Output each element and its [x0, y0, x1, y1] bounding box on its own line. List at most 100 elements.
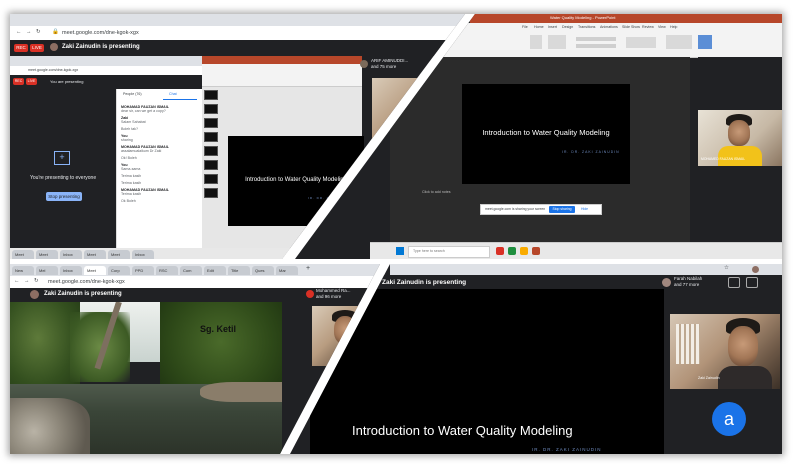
chat-messages: MOHAMAD FAUZAN ISMAIL dear sir, can we ge… [121, 105, 201, 206]
ribbon-paragraph[interactable] [626, 37, 656, 48]
window-tab-row: Meet Meet Inbox Meet Meet Inbox [10, 248, 310, 259]
browser-tab[interactable]: Inbox [60, 266, 82, 275]
browser-tab[interactable]: Mel [36, 266, 58, 275]
presenting-banner: Zaki Zainudin is presenting [62, 44, 140, 50]
star-icon[interactable]: ☆ [724, 265, 729, 271]
windows-start-icon[interactable] [396, 247, 404, 255]
back-icon[interactable]: ← [14, 278, 20, 284]
present-message: You're presenting to everyone [30, 175, 97, 181]
reload-icon[interactable]: ↻ [36, 29, 41, 35]
ribbon-tab-view[interactable]: View [658, 25, 666, 29]
taskbar-app-icon[interactable] [520, 247, 528, 255]
ribbon-font-style[interactable] [576, 44, 616, 48]
browser-tab-active[interactable]: Meet [84, 266, 106, 275]
participants-more: and 77 more [674, 282, 700, 287]
slide-thumbnail[interactable] [204, 90, 218, 100]
browser-tabstrip: ☆ [390, 264, 782, 275]
window-blinds [676, 324, 700, 364]
stop-sharing-button[interactable]: Stop sharing [549, 206, 575, 213]
tab-people[interactable]: People (76) [123, 92, 142, 96]
ribbon-tab-insert[interactable]: Insert [548, 25, 557, 29]
browser-tab[interactable]: Corp [108, 266, 130, 275]
ribbon-designer-icon[interactable] [698, 35, 712, 49]
forward-icon[interactable]: → [24, 278, 30, 284]
new-tab-icon[interactable]: + [306, 265, 310, 272]
back-icon[interactable]: ← [16, 29, 22, 35]
ribbon-tab-animations[interactable]: Animations [600, 25, 618, 29]
browser-tab[interactable]: PPD [132, 266, 154, 275]
river-photo: Sg. Ketil [10, 302, 282, 454]
person-shirt [718, 366, 772, 389]
browser-tab[interactable]: Com [180, 266, 202, 275]
taskbar-app-icon[interactable] [508, 247, 516, 255]
browser-tab[interactable]: Title [228, 266, 250, 275]
ppt-ribbon-tabs: File Home Insert Design Transitions Anim… [450, 23, 782, 31]
slide-thumbnail[interactable] [204, 188, 218, 198]
slide-thumbnail[interactable] [204, 118, 218, 128]
ribbon-tab-design[interactable]: Design [562, 25, 573, 29]
window-tab[interactable]: Inbox [132, 250, 154, 259]
inner-address-bar[interactable]: meet.google.com/dne-kgok-xgx [28, 68, 78, 72]
ribbon-tab-help[interactable]: Help [670, 25, 677, 29]
participants-name: Mohammed Ra... [316, 288, 351, 293]
window-tab[interactable]: Meet [84, 250, 106, 259]
hide-button[interactable]: Hide [581, 207, 588, 211]
river-rocks [10, 398, 90, 454]
ribbon-new-slide-icon[interactable] [548, 35, 566, 49]
window-tab[interactable]: Meet [108, 250, 130, 259]
browser-tab[interactable]: Ques [252, 266, 274, 275]
participant-avatar-circle: a [712, 402, 746, 436]
participants-icon[interactable] [728, 277, 740, 288]
notes-label[interactable]: Click to add notes [422, 190, 451, 194]
taskbar-powerpoint-icon[interactable] [532, 247, 540, 255]
slide-author: IR. DR. ZAKI ZAINUDIN [562, 150, 620, 154]
chat-message: Ok! Boleh [121, 156, 137, 160]
present-screen-icon: + [54, 151, 70, 165]
participants-more: and 96 more [316, 294, 342, 299]
taskbar-app-icon[interactable] [496, 247, 504, 255]
screen-share-bar: meet.google.com is sharing your screen S… [480, 204, 602, 215]
ribbon-drawing[interactable] [666, 35, 692, 49]
live-badge: LIVE [30, 44, 44, 52]
collage-frame: ← → ↻ 🔒 meet.google.com/dne-kgok-xgx REC… [10, 14, 782, 454]
forward-icon[interactable]: → [26, 29, 32, 35]
ppt-window-title: Water Quality Modeling - PowerPoint [550, 15, 616, 20]
ribbon-font-box[interactable] [576, 37, 616, 41]
browser-tab[interactable]: Edit [204, 266, 226, 275]
chat-message: Zaki Salam Sahabat [121, 116, 146, 124]
person-face [728, 326, 758, 366]
ribbon-tab-home[interactable]: Home [534, 25, 544, 29]
tab-chat[interactable]: Chat [169, 92, 177, 96]
window-tab[interactable]: Inbox [60, 250, 82, 259]
profile-avatar[interactable] [752, 266, 759, 273]
ppt-ribbon-body [430, 31, 782, 58]
browser-tab[interactable]: RSC [156, 266, 178, 275]
reload-icon[interactable]: ↻ [34, 278, 39, 284]
chat-message: You sharing [121, 134, 133, 142]
participants-more: and 75 more [371, 64, 397, 69]
window-tab[interactable]: Meet [36, 250, 58, 259]
ribbon-tab-transitions[interactable]: Transitions [578, 25, 595, 29]
browser-tab[interactable]: New [12, 266, 34, 275]
ribbon-paste-icon[interactable] [530, 35, 542, 49]
camera-tile: Zaki Zainudin [670, 314, 780, 389]
participants-name: ARIF AMINUDDI... [371, 58, 409, 63]
address-bar[interactable]: meet.google.com/dne-kgok-xgx [48, 279, 125, 285]
browser-tab[interactable]: Mar [276, 266, 298, 275]
camera-tile: MOHAMED FAUZAN ISMAIL [698, 110, 782, 166]
address-bar[interactable]: meet.google.com/dne-kgok-xgx [62, 30, 139, 36]
taskbar-search-box[interactable]: Type here to search [408, 246, 490, 258]
slide-thumbnail[interactable] [204, 104, 218, 114]
slide-thumbnail[interactable] [204, 174, 218, 184]
camera-name: Zaki Zainudin [698, 376, 720, 380]
slide-thumbnail[interactable] [204, 132, 218, 142]
ribbon-tab-file[interactable]: File [522, 25, 528, 29]
stop-presenting-button[interactable]: Stop presenting [46, 192, 82, 201]
slide-thumbnail[interactable] [204, 146, 218, 156]
chat-message: Boleh tak? [121, 127, 138, 131]
slide-thumbnail[interactable] [204, 160, 218, 170]
ribbon-tab-review[interactable]: Review [642, 25, 654, 29]
window-tab[interactable]: Meet [12, 250, 34, 259]
chat-icon[interactable] [746, 277, 758, 288]
ribbon-tab-slideshow[interactable]: Slide Show [622, 25, 640, 29]
